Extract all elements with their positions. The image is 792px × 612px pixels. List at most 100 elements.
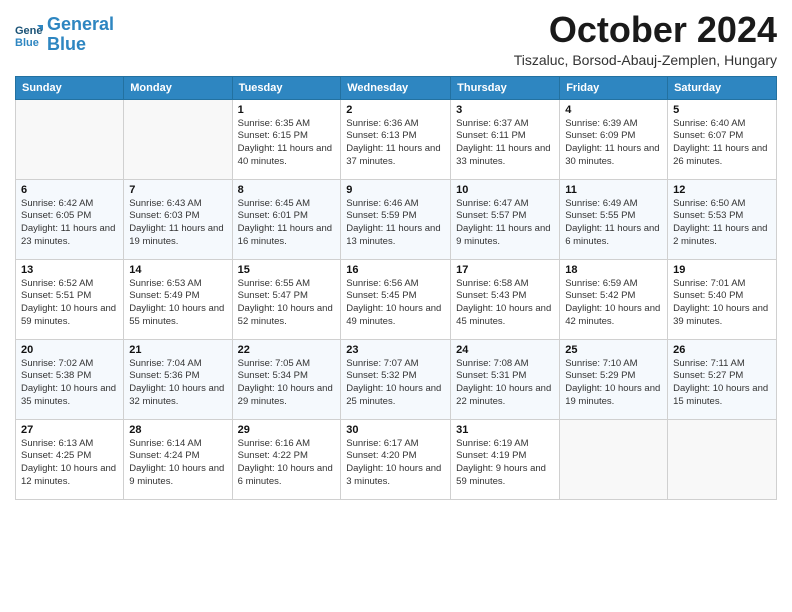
- week-row-1: 1 Sunrise: 6:35 AM Sunset: 6:15 PM Daylig…: [16, 99, 777, 179]
- month-title: October 2024: [514, 10, 777, 50]
- day-info: Sunrise: 6:45 AM Sunset: 6:01 PM Dayligh…: [238, 198, 336, 249]
- calendar-cell: 30Sunrise: 6:17 AM Sunset: 4:20 PM Dayli…: [341, 419, 451, 499]
- week-row-3: 13 Sunrise: 6:52 AM Sunset: 5:51 PM Dayli…: [16, 259, 777, 339]
- day-info: Sunrise: 7:08 AM Sunset: 5:31 PM Dayligh…: [456, 358, 554, 409]
- calendar-cell: [16, 99, 124, 179]
- calendar-cell: 9 Sunrise: 6:46 AM Sunset: 5:59 PM Daylig…: [341, 179, 451, 259]
- day-info: Sunrise: 7:04 AM Sunset: 5:36 PM Dayligh…: [129, 358, 226, 409]
- day-info: Sunrise: 7:07 AM Sunset: 5:32 PM Dayligh…: [346, 358, 445, 409]
- day-info: Sunrise: 7:01 AM Sunset: 5:40 PM Dayligh…: [673, 278, 771, 329]
- day-info: Sunrise: 6:13 AM Sunset: 4:25 PM Dayligh…: [21, 438, 118, 489]
- calendar-cell: 23 Sunrise: 7:07 AM Sunset: 5:32 PM Dayli…: [341, 339, 451, 419]
- day-info: Sunrise: 6:59 AM Sunset: 5:42 PM Dayligh…: [565, 278, 662, 329]
- day-number: 5: [673, 104, 771, 116]
- calendar-header: SundayMondayTuesdayWednesdayThursdayFrid…: [16, 76, 777, 99]
- logo: General Blue General Blue: [15, 15, 114, 55]
- day-info: Sunrise: 6:19 AM Sunset: 4:19 PM Dayligh…: [456, 438, 554, 489]
- calendar-cell: 7 Sunrise: 6:43 AM Sunset: 6:03 PM Daylig…: [124, 179, 232, 259]
- day-number: 26: [673, 344, 771, 356]
- svg-text:Blue: Blue: [15, 37, 39, 49]
- day-info: Sunrise: 6:58 AM Sunset: 5:43 PM Dayligh…: [456, 278, 554, 329]
- week-row-2: 6 Sunrise: 6:42 AM Sunset: 6:05 PM Daylig…: [16, 179, 777, 259]
- day-number: 7: [129, 184, 226, 196]
- day-info: Sunrise: 6:40 AM Sunset: 6:07 PM Dayligh…: [673, 118, 771, 169]
- day-info: Sunrise: 6:16 AM Sunset: 4:22 PM Dayligh…: [238, 438, 336, 489]
- day-number: 9: [346, 184, 445, 196]
- day-info: Sunrise: 7:05 AM Sunset: 5:34 PM Dayligh…: [238, 358, 336, 409]
- day-number: 3: [456, 104, 554, 116]
- day-info: Sunrise: 6:42 AM Sunset: 6:05 PM Dayligh…: [21, 198, 118, 249]
- column-header-saturday: Saturday: [668, 76, 777, 99]
- day-number: 17: [456, 264, 554, 276]
- calendar-cell: [668, 419, 777, 499]
- day-number: 16: [346, 264, 445, 276]
- day-number: 23: [346, 344, 445, 356]
- day-info: Sunrise: 6:37 AM Sunset: 6:11 PM Dayligh…: [456, 118, 554, 169]
- day-number: 18: [565, 264, 662, 276]
- calendar-cell: [560, 419, 668, 499]
- calendar-cell: 28Sunrise: 6:14 AM Sunset: 4:24 PM Dayli…: [124, 419, 232, 499]
- day-number: 13: [21, 264, 118, 276]
- day-info: Sunrise: 6:49 AM Sunset: 5:55 PM Dayligh…: [565, 198, 662, 249]
- day-number: 15: [238, 264, 336, 276]
- calendar-cell: 16Sunrise: 6:56 AM Sunset: 5:45 PM Dayli…: [341, 259, 451, 339]
- calendar-cell: 11 Sunrise: 6:49 AM Sunset: 5:55 PM Dayli…: [560, 179, 668, 259]
- location-subtitle: Tiszaluc, Borsod-Abauj-Zemplen, Hungary: [514, 52, 777, 68]
- column-header-sunday: Sunday: [16, 76, 124, 99]
- day-number: 27: [21, 424, 118, 436]
- calendar-cell: 31Sunrise: 6:19 AM Sunset: 4:19 PM Dayli…: [451, 419, 560, 499]
- day-number: 19: [673, 264, 771, 276]
- calendar-cell: 21 Sunrise: 7:04 AM Sunset: 5:36 PM Dayli…: [124, 339, 232, 419]
- day-info: Sunrise: 6:36 AM Sunset: 6:13 PM Dayligh…: [346, 118, 445, 169]
- day-info: Sunrise: 6:35 AM Sunset: 6:15 PM Dayligh…: [238, 118, 336, 169]
- column-header-tuesday: Tuesday: [232, 76, 341, 99]
- calendar-cell: [124, 99, 232, 179]
- day-number: 24: [456, 344, 554, 356]
- calendar-cell: 26Sunrise: 7:11 AM Sunset: 5:27 PM Dayli…: [668, 339, 777, 419]
- calendar-cell: 20Sunrise: 7:02 AM Sunset: 5:38 PM Dayli…: [16, 339, 124, 419]
- day-info: Sunrise: 7:10 AM Sunset: 5:29 PM Dayligh…: [565, 358, 662, 409]
- calendar-table: SundayMondayTuesdayWednesdayThursdayFrid…: [15, 76, 777, 500]
- header-row: SundayMondayTuesdayWednesdayThursdayFrid…: [16, 76, 777, 99]
- day-number: 2: [346, 104, 445, 116]
- day-info: Sunrise: 6:46 AM Sunset: 5:59 PM Dayligh…: [346, 198, 445, 249]
- calendar-cell: 2 Sunrise: 6:36 AM Sunset: 6:13 PM Daylig…: [341, 99, 451, 179]
- day-number: 1: [238, 104, 336, 116]
- title-block: October 2024 Tiszaluc, Borsod-Abauj-Zemp…: [514, 10, 777, 68]
- calendar-cell: 15Sunrise: 6:55 AM Sunset: 5:47 PM Dayli…: [232, 259, 341, 339]
- day-number: 10: [456, 184, 554, 196]
- day-info: Sunrise: 6:50 AM Sunset: 5:53 PM Dayligh…: [673, 198, 771, 249]
- calendar-cell: 24 Sunrise: 7:08 AM Sunset: 5:31 PM Dayli…: [451, 339, 560, 419]
- column-header-friday: Friday: [560, 76, 668, 99]
- calendar-cell: 5 Sunrise: 6:40 AM Sunset: 6:07 PM Daylig…: [668, 99, 777, 179]
- calendar-cell: 19 Sunrise: 7:01 AM Sunset: 5:40 PM Dayli…: [668, 259, 777, 339]
- day-number: 14: [129, 264, 226, 276]
- page-header: General Blue General Blue October 2024 T…: [15, 10, 777, 68]
- calendar-cell: 10 Sunrise: 6:47 AM Sunset: 5:57 PM Dayli…: [451, 179, 560, 259]
- column-header-monday: Monday: [124, 76, 232, 99]
- day-number: 21: [129, 344, 226, 356]
- day-info: Sunrise: 6:52 AM Sunset: 5:51 PM Dayligh…: [21, 278, 118, 329]
- calendar-cell: 27 Sunrise: 6:13 AM Sunset: 4:25 PM Dayli…: [16, 419, 124, 499]
- logo-line2: Blue: [47, 34, 86, 54]
- day-info: Sunrise: 6:53 AM Sunset: 5:49 PM Dayligh…: [129, 278, 226, 329]
- day-info: Sunrise: 6:43 AM Sunset: 6:03 PM Dayligh…: [129, 198, 226, 249]
- day-number: 28: [129, 424, 226, 436]
- day-number: 22: [238, 344, 336, 356]
- day-number: 4: [565, 104, 662, 116]
- day-info: Sunrise: 6:47 AM Sunset: 5:57 PM Dayligh…: [456, 198, 554, 249]
- calendar-cell: 6 Sunrise: 6:42 AM Sunset: 6:05 PM Daylig…: [16, 179, 124, 259]
- week-row-4: 20Sunrise: 7:02 AM Sunset: 5:38 PM Dayli…: [16, 339, 777, 419]
- calendar-cell: 4Sunrise: 6:39 AM Sunset: 6:09 PM Daylig…: [560, 99, 668, 179]
- logo-text: General Blue: [47, 15, 114, 55]
- calendar-cell: 25 Sunrise: 7:10 AM Sunset: 5:29 PM Dayli…: [560, 339, 668, 419]
- calendar-cell: 13 Sunrise: 6:52 AM Sunset: 5:51 PM Dayli…: [16, 259, 124, 339]
- day-number: 6: [21, 184, 118, 196]
- day-number: 20: [21, 344, 118, 356]
- calendar-cell: 29Sunrise: 6:16 AM Sunset: 4:22 PM Dayli…: [232, 419, 341, 499]
- day-number: 25: [565, 344, 662, 356]
- calendar-body: 1 Sunrise: 6:35 AM Sunset: 6:15 PM Daylig…: [16, 99, 777, 499]
- calendar-cell: 3 Sunrise: 6:37 AM Sunset: 6:11 PM Daylig…: [451, 99, 560, 179]
- day-number: 11: [565, 184, 662, 196]
- column-header-thursday: Thursday: [451, 76, 560, 99]
